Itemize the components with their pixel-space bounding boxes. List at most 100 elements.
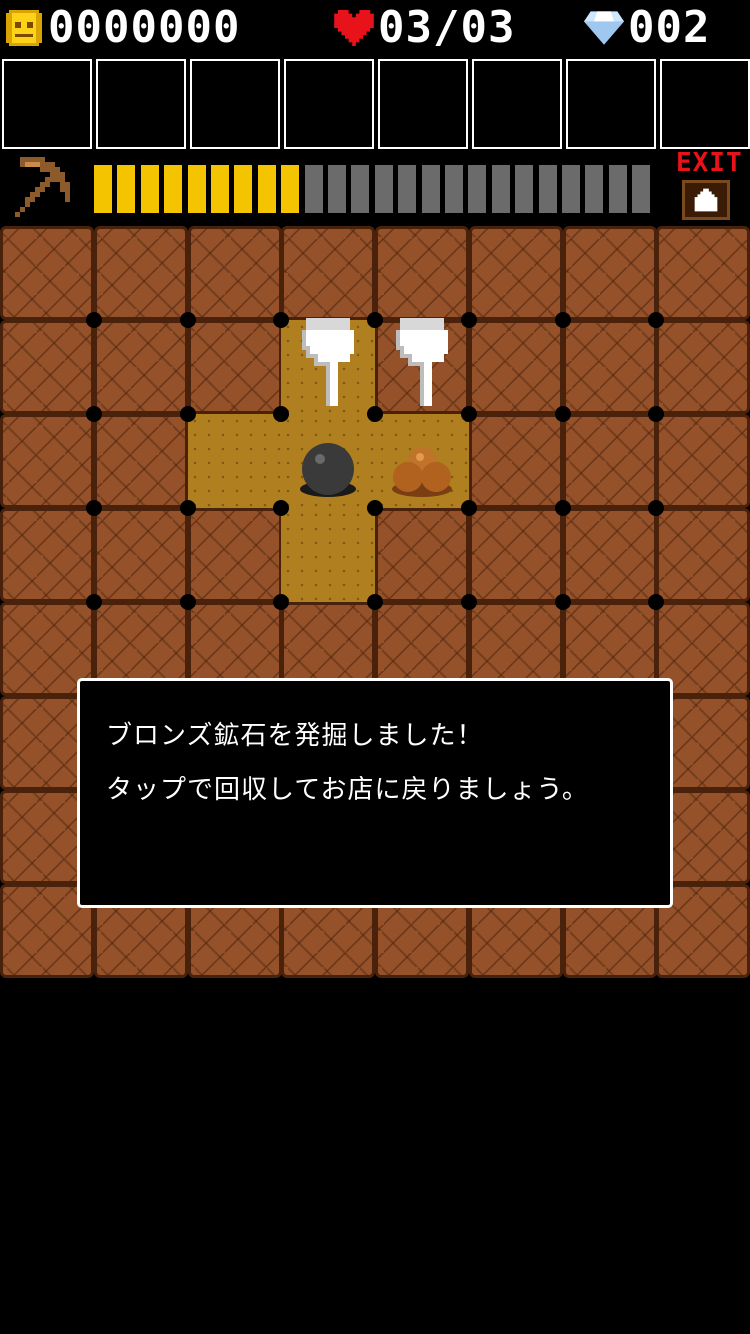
pointing-hand-icon: [396, 318, 448, 406]
dirt-tile[interactable]: [188, 320, 282, 414]
inventory-slot[interactable]: [2, 59, 92, 149]
dirt-tile[interactable]: [94, 508, 188, 602]
pickaxe-icon[interactable]: [10, 152, 80, 222]
coin-icon: [6, 10, 42, 46]
pointing-hand-icon: [302, 318, 354, 406]
grid-rivet: [86, 406, 102, 422]
grid-rivet: [648, 594, 664, 610]
grid-rivet: [648, 312, 664, 328]
stamina-segment-full: [188, 165, 206, 213]
dirt-tile[interactable]: [656, 414, 750, 508]
inventory-slot[interactable]: [378, 59, 468, 149]
exit-control[interactable]: EXIT: [676, 148, 743, 222]
stamina-segment-empty: [351, 165, 369, 213]
exit-label: EXIT: [676, 148, 743, 178]
inventory-slot[interactable]: [660, 59, 750, 149]
dug-tile[interactable]: [188, 414, 282, 508]
grid-rivet: [367, 406, 383, 422]
grid-rivet: [180, 594, 196, 610]
grid-rivet: [461, 406, 477, 422]
grid-rivet: [86, 500, 102, 516]
dirt-tile[interactable]: [94, 414, 188, 508]
stamina-bar: [94, 165, 656, 213]
dirt-tile[interactable]: [563, 414, 657, 508]
grid-rivet: [555, 500, 571, 516]
stamina-segment-empty: [632, 165, 650, 213]
grid-rivet: [273, 594, 289, 610]
stamina-segment-empty: [468, 165, 486, 213]
dirt-tile[interactable]: [0, 226, 94, 320]
dirt-tile[interactable]: [656, 226, 750, 320]
dirt-tile[interactable]: [469, 508, 563, 602]
stamina-segment-empty: [515, 165, 533, 213]
hearts-counter: 03/03: [334, 0, 515, 56]
stamina-segment-empty: [422, 165, 440, 213]
grid-rivet: [86, 312, 102, 328]
stamina-segment-empty: [492, 165, 510, 213]
dug-tile[interactable]: [281, 508, 375, 602]
dirt-tile[interactable]: [469, 414, 563, 508]
stamina-segment-empty: [609, 165, 627, 213]
dirt-tile[interactable]: [375, 226, 469, 320]
grid-rivet: [555, 594, 571, 610]
heart-icon: [334, 10, 374, 46]
inventory-slot[interactable]: [566, 59, 656, 149]
grid-rivet: [461, 312, 477, 328]
dirt-tile[interactable]: [656, 508, 750, 602]
dirt-tile[interactable]: [656, 320, 750, 414]
grid-rivet: [367, 594, 383, 610]
dirt-tile[interactable]: [188, 226, 282, 320]
bronze-ore-icon[interactable]: [390, 439, 454, 499]
exit-button[interactable]: [682, 180, 730, 220]
inventory-bar: [2, 59, 750, 149]
dirt-tile[interactable]: [0, 508, 94, 602]
grid-rivet: [648, 500, 664, 516]
grid-rivet: [367, 312, 383, 328]
coin-counter: 0000000: [6, 0, 240, 56]
stamina-segment-full: [164, 165, 182, 213]
coin-count: 0000000: [48, 2, 241, 53]
stamina-segment-empty: [539, 165, 557, 213]
stamina-segment-empty: [562, 165, 580, 213]
hearts-count: 03/03: [378, 2, 516, 53]
stamina-segment-full: [211, 165, 229, 213]
grid-rivet: [273, 312, 289, 328]
dirt-tile[interactable]: [563, 226, 657, 320]
grid-rivet: [555, 406, 571, 422]
dialog-line-1: ブロンズ鉱石を発掘しました！: [106, 721, 484, 751]
dirt-tile[interactable]: [94, 320, 188, 414]
dirt-tile[interactable]: [0, 414, 94, 508]
stamina-segment-full: [281, 165, 299, 213]
inventory-slot[interactable]: [190, 59, 280, 149]
status-bar: 0000000 03/03 002: [0, 0, 750, 56]
stamina-segment-empty: [445, 165, 463, 213]
dirt-tile[interactable]: [469, 320, 563, 414]
inventory-slot[interactable]: [284, 59, 374, 149]
dirt-tile[interactable]: [563, 508, 657, 602]
grid-rivet: [461, 500, 477, 516]
stamina-segment-full: [141, 165, 159, 213]
inventory-slot[interactable]: [96, 59, 186, 149]
dirt-tile[interactable]: [0, 320, 94, 414]
dialog-line-2: タップで回収してお店に戻りましょう。: [106, 775, 589, 805]
grid-rivet: [180, 406, 196, 422]
dirt-tile[interactable]: [469, 226, 563, 320]
dirt-tile[interactable]: [281, 226, 375, 320]
gem-count: 002: [628, 2, 711, 53]
message-dialog[interactable]: ブロンズ鉱石を発掘しました！ タップで回収してお店に戻りましょう。: [77, 678, 673, 908]
stamina-segment-full: [94, 165, 112, 213]
grid-rivet: [648, 406, 664, 422]
dirt-tile[interactable]: [94, 226, 188, 320]
grid-rivet: [273, 500, 289, 516]
inventory-slot[interactable]: [472, 59, 562, 149]
grid-rivet: [555, 312, 571, 328]
grid-rivet: [86, 594, 102, 610]
stamina-segment-empty: [585, 165, 603, 213]
dirt-tile[interactable]: [563, 320, 657, 414]
dirt-tile[interactable]: [188, 508, 282, 602]
stamina-segment-full: [258, 165, 276, 213]
dirt-tile[interactable]: [375, 508, 469, 602]
iron-ball-icon[interactable]: [296, 439, 360, 499]
diamond-icon: [584, 11, 624, 45]
stamina-segment-full: [117, 165, 135, 213]
